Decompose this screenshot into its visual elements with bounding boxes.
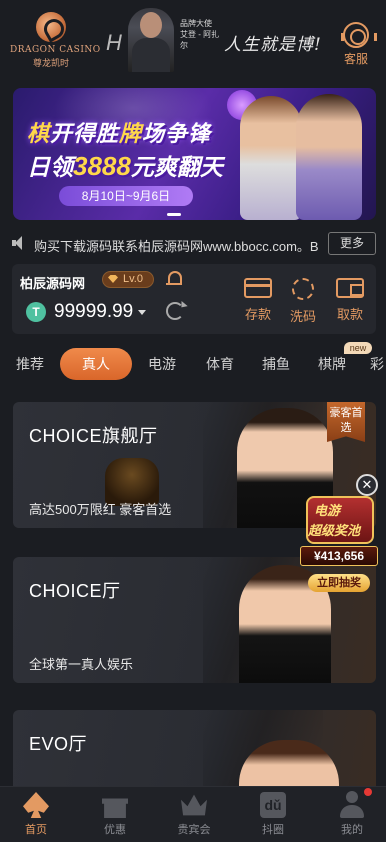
ambassador-h-mark: H xyxy=(106,30,122,55)
announcement-text[interactable]: 购买下载源码联系柏辰源码网www.bbocc.com。B xyxy=(34,236,322,255)
hall-title: EVO厅 xyxy=(29,734,88,754)
nav-douquan[interactable]: dǔ 抖圈 xyxy=(243,787,303,842)
headset-icon xyxy=(341,22,377,48)
hall-subtitle: 全球第一真人娱乐 xyxy=(29,657,134,672)
nav-vip[interactable]: 贵宾会 xyxy=(164,787,224,842)
wallet-icon xyxy=(336,278,364,298)
deposit-button[interactable]: 存款 xyxy=(238,278,278,323)
customer-service-label: 客服 xyxy=(343,52,368,66)
jackpot-title-2: 超级奖池 xyxy=(308,523,361,538)
tab-fishing[interactable]: 捕鱼 xyxy=(256,348,296,380)
refresh-icon[interactable] xyxy=(166,302,184,320)
new-badge: new xyxy=(344,342,372,354)
balance-amount: 99999.99 xyxy=(54,301,134,322)
draw-now-button[interactable]: 立即抽奖 xyxy=(308,574,370,592)
nav-promotions[interactable]: 优惠 xyxy=(85,787,145,842)
rebate-button[interactable]: 洗码 xyxy=(283,278,323,325)
ambassador-slogan: 人生就是博! xyxy=(224,35,322,55)
ambassador-banner: H 品牌大使 艾登 - 阿扎尔 人生就是博! xyxy=(106,8,324,72)
logo-english-text: DRAGON CASINO xyxy=(10,45,101,55)
nav-home-label: 首页 xyxy=(25,824,47,836)
bell-icon[interactable] xyxy=(166,270,182,288)
bottom-navigation: 首页 优惠 贵宾会 dǔ 抖圈 我的 xyxy=(0,786,386,842)
jackpot-title-1: 电游 xyxy=(314,503,341,518)
tab-sports[interactable]: 体育 xyxy=(200,348,240,380)
banner-pagination-indicator[interactable] xyxy=(167,213,181,216)
withdraw-label: 取款 xyxy=(336,307,363,322)
promo-banner[interactable]: 棋开得胜牌场争锋 日领3888元爽翻天 8月10日~9月6日 xyxy=(13,88,376,220)
notification-dot xyxy=(364,788,372,796)
dragon-logo-icon xyxy=(36,12,66,42)
rebate-label: 洗码 xyxy=(289,309,316,324)
announcement-bar: 购买下载源码联系柏辰源码网www.bbocc.com。B 更多 xyxy=(12,232,376,256)
customer-service-button[interactable]: 客服 xyxy=(336,22,377,67)
brand-logo[interactable]: DRAGON CASINO 尊龙凯时 xyxy=(10,12,101,70)
hall-title: CHOICE旗舰厅 xyxy=(29,426,158,446)
hall-title: CHOICE厅 xyxy=(29,581,121,601)
nav-douquan-label: 抖圈 xyxy=(262,824,284,836)
tab-recommended[interactable]: 推荐 xyxy=(10,348,50,380)
close-icon[interactable]: ✕ xyxy=(356,474,378,496)
tab-live[interactable]: 真人 xyxy=(60,348,132,380)
nav-profile-label: 我的 xyxy=(341,824,363,836)
spade-icon xyxy=(23,792,49,818)
header: DRAGON CASINO 尊龙凯时 H 品牌大使 艾登 - 阿扎尔 人生就是博… xyxy=(0,0,386,80)
banner-models-image xyxy=(240,90,366,220)
nav-vip-label: 贵宾会 xyxy=(177,824,211,836)
crown-icon xyxy=(181,794,207,816)
currency-coin-icon: T xyxy=(26,302,46,322)
vip-tag: 豪客首选 xyxy=(327,402,365,442)
nav-profile[interactable]: 我的 xyxy=(322,787,382,842)
tab-lottery[interactable]: 彩 xyxy=(370,348,386,380)
douyin-icon: dǔ xyxy=(260,792,286,818)
banner-model-left xyxy=(240,96,302,220)
more-button[interactable]: 更多 xyxy=(328,232,376,255)
speaker-icon xyxy=(12,236,24,250)
hall-subtitle: 高达500万限红 豪客首选 xyxy=(29,502,172,517)
gift-icon xyxy=(102,798,128,818)
vip-level-badge[interactable]: Lv.0 xyxy=(102,271,154,288)
ambassador-caption: 品牌大使 艾登 - 阿扎尔 xyxy=(180,19,220,50)
username: 柏辰源码网 xyxy=(20,276,86,291)
app-page: DRAGON CASINO 尊龙凯时 H 品牌大使 艾登 - 阿扎尔 人生就是博… xyxy=(0,0,386,842)
withdraw-button[interactable]: 取款 xyxy=(330,278,370,323)
card-icon xyxy=(244,278,272,298)
chip-icon xyxy=(292,278,314,300)
category-tabs: 推荐 真人 电游 体育 捕鱼 棋牌 彩 xyxy=(0,348,386,380)
nav-home[interactable]: 首页 xyxy=(6,787,66,842)
banner-headline-1: 棋开得胜牌场争锋 xyxy=(27,121,212,146)
logo-chinese-text: 尊龙凯时 xyxy=(32,58,69,68)
banner-model-right xyxy=(296,94,362,220)
wallet-panel: 柏辰源码网 Lv.0 T 99999.99 存款 洗码 取款 xyxy=(12,264,376,334)
balance-dropdown-icon[interactable] xyxy=(138,310,146,315)
person-icon-body xyxy=(340,805,364,818)
banner-date-range: 8月10日~9月6日 xyxy=(59,186,193,206)
nav-promotions-label: 优惠 xyxy=(104,824,126,836)
jackpot-widget[interactable]: ✕ 电游 超级奖池 ¥413,656 立即抽奖 xyxy=(296,470,382,596)
tab-slots[interactable]: 电游 xyxy=(142,348,182,380)
person-icon-head xyxy=(346,791,358,803)
jackpot-amount: ¥413,656 xyxy=(300,546,378,566)
banner-headline-2: 日领3888元爽翻天 xyxy=(27,151,223,181)
deposit-label: 存款 xyxy=(244,307,271,322)
ambassador-photo xyxy=(128,8,174,72)
person-icon xyxy=(339,791,365,819)
